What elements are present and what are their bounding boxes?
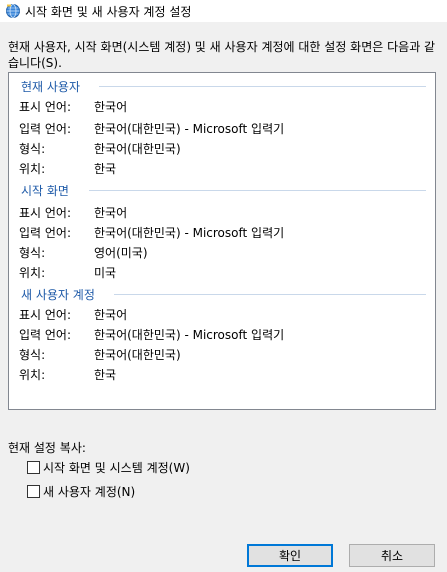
row-value-format: 한국어(대한민국)	[94, 348, 181, 362]
settings-panel: 현재 사용자 표시 언어: 한국어 입력 언어: 한국어(대한민국) - Mic…	[8, 72, 436, 410]
checkbox-box[interactable]	[27, 484, 40, 498]
window-title: 시작 화면 및 새 사용자 계정 설정	[25, 5, 192, 19]
section-divider	[114, 294, 426, 295]
row-value-format: 한국어(대한민국)	[94, 142, 181, 156]
copy-to-new-user-accounts-checkbox[interactable]: 새 사용자 계정(N)	[27, 483, 135, 499]
row-value-input-language: 한국어(대한민국) - Microsoft 입력기	[94, 226, 285, 240]
row-label-format: 형식:	[19, 348, 46, 362]
row-label-input-language: 입력 언어:	[19, 122, 72, 136]
checkbox-label[interactable]: 새 사용자 계정(N)	[43, 483, 135, 500]
row-label-location: 위치:	[19, 368, 46, 382]
row-value-location: 한국	[94, 368, 117, 382]
row-value-input-language: 한국어(대한민국) - Microsoft 입력기	[94, 328, 285, 342]
row-value-display-language: 한국어	[94, 308, 128, 322]
row-label-input-language: 입력 언어:	[19, 226, 72, 240]
section-header-new-user-accounts: 새 사용자 계정	[21, 288, 95, 302]
row-value-display-language: 한국어	[94, 100, 128, 114]
row-value-location: 한국	[94, 162, 117, 176]
row-label-format: 형식:	[19, 142, 46, 156]
section-divider	[99, 86, 426, 87]
row-label-input-language: 입력 언어:	[19, 328, 72, 342]
section-divider	[89, 190, 426, 191]
row-label-format: 형식:	[19, 246, 46, 260]
copy-to-welcome-screen-checkbox[interactable]: 시작 화면 및 시스템 계정(W)	[27, 459, 190, 475]
row-label-display-language: 표시 언어:	[19, 206, 72, 220]
checkbox-box[interactable]	[27, 460, 40, 474]
section-header-welcome-screen: 시작 화면	[21, 184, 69, 198]
title-bar: 시작 화면 및 새 사용자 계정 설정	[0, 0, 447, 22]
checkbox-label[interactable]: 시작 화면 및 시스템 계정(W)	[43, 459, 190, 476]
section-header-current-user: 현재 사용자	[21, 80, 81, 94]
row-value-format: 영어(미국)	[94, 246, 148, 260]
row-label-display-language: 표시 언어:	[19, 308, 72, 322]
copy-settings-label: 현재 설정 복사:	[8, 441, 86, 455]
row-label-location: 위치:	[19, 162, 46, 176]
row-label-display-language: 표시 언어:	[19, 100, 72, 114]
row-label-location: 위치:	[19, 266, 46, 280]
cancel-button[interactable]: 취소	[349, 544, 435, 567]
row-value-display-language: 한국어	[94, 206, 128, 220]
row-value-input-language: 한국어(대한민국) - Microsoft 입력기	[94, 122, 285, 136]
ok-button[interactable]: 확인	[247, 544, 333, 567]
description-text: 현재 사용자, 시작 화면(시스템 계정) 및 새 사용자 계정에 대한 설정 …	[8, 40, 436, 70]
globe-settings-icon	[6, 4, 20, 18]
row-value-location: 미국	[94, 266, 117, 280]
